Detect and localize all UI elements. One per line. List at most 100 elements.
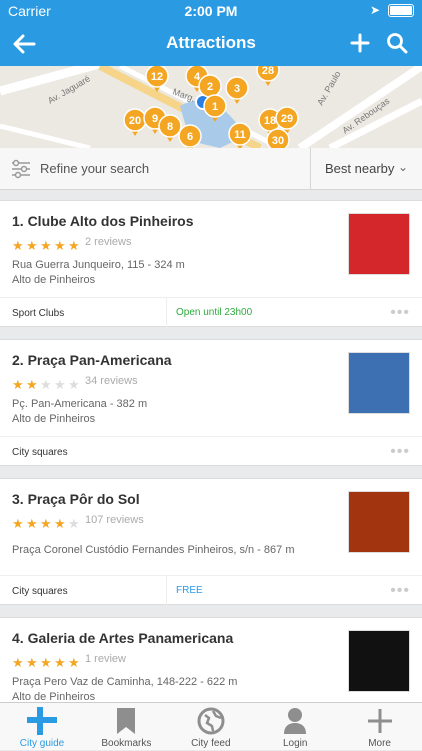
tab-login[interactable]: Login [253, 703, 337, 751]
map-cluster-count: 9 [152, 113, 158, 125]
city-guide-icon [27, 707, 57, 735]
star-icon: ★ [12, 377, 24, 392]
star-icon: ★ [26, 377, 38, 392]
star-icon: ★ [12, 516, 24, 531]
map-cluster-count: 8 [167, 121, 173, 133]
rating-stars: ★ ★ ★ ★ ★ [12, 515, 82, 531]
star-icon: ★ [26, 238, 38, 253]
rating-stars: ★ ★ ★ ★ ★ [12, 237, 82, 253]
star-icon: ★ [54, 377, 66, 392]
battery-icon [388, 4, 414, 17]
more-options-icon[interactable]: ••• [390, 582, 410, 600]
status-bar: Carrier 2:00 PM ➤ [0, 0, 422, 22]
clock: 2:00 PM [184, 3, 238, 19]
sliders-icon [12, 159, 30, 179]
map-cluster-count: 29 [281, 113, 293, 125]
tab-city-guide[interactable]: City guide [0, 703, 84, 751]
user-icon [284, 708, 307, 734]
star-icon: ★ [40, 655, 52, 670]
place-badge: Open until 23h00 [166, 298, 252, 328]
map-cluster-count: 1 [212, 101, 218, 113]
map-cluster-count: 12 [151, 71, 163, 83]
bookmark-icon [117, 708, 136, 734]
map-cluster-pin[interactable]: 6 [178, 124, 202, 148]
area-line: Alto de Pinheiros [12, 691, 96, 702]
rating-stars: ★ ★ ★ ★ ★ [12, 654, 82, 670]
tab-more[interactable]: More [338, 703, 422, 751]
map-cluster-count: 3 [234, 83, 240, 95]
star-icon: ★ [40, 238, 52, 253]
review-count: 34 reviews [85, 375, 138, 387]
place-category: City squares [12, 447, 68, 458]
star-icon: ★ [68, 377, 80, 392]
tab-city-feed[interactable]: City feed [169, 703, 253, 751]
address-line: Rua Guerra Junqueiro, 115 - 324 m [12, 259, 185, 271]
star-icon: ★ [26, 655, 38, 670]
search-button[interactable] [386, 32, 408, 54]
place-thumbnail[interactable] [348, 213, 410, 275]
map-cluster-count: 28 [262, 66, 274, 77]
filter-bar: Refine your search Best nearby ⌄ [0, 148, 422, 190]
map-cluster-count: 20 [129, 115, 141, 127]
place-category: City squares [12, 586, 68, 597]
star-icon: ★ [68, 238, 80, 253]
place-card[interactable]: 1. Clube Alto dos Pinheiros ★ ★ ★ ★ ★ 2 review… [0, 200, 422, 328]
place-card[interactable]: 2. Praça Pan-Americana ★ ★ ★ ★ ★ 34 reviews Pç.… [0, 339, 422, 466]
star-icon: ★ [26, 516, 38, 531]
place-thumbnail[interactable] [348, 491, 410, 553]
address-line: Praça Pero Vaz de Caminha, 148-222 - 622… [12, 676, 238, 688]
tab-bar: City guide Bookmarks City feed Login More [0, 702, 422, 750]
place-address: Praça Coronel Custódio Fernandes Pinheir… [12, 543, 332, 558]
chevron-down-icon: ⌄ [397, 160, 408, 174]
places-list[interactable]: 1. Clube Alto dos Pinheiros ★ ★ ★ ★ ★ 2 review… [0, 200, 422, 702]
star-icon: ★ [12, 238, 24, 253]
area-line: Alto de Pinheiros [12, 413, 96, 425]
address-line: Praça Coronel Custódio Fernandes Pinheir… [12, 544, 295, 556]
star-icon: ★ [40, 516, 52, 531]
address-line: Pç. Pan-Americana - 382 m [12, 398, 148, 410]
place-thumbnail[interactable] [348, 352, 410, 414]
star-icon: ★ [54, 238, 66, 253]
more-options-icon[interactable]: ••• [390, 443, 410, 461]
star-icon: ★ [40, 377, 52, 392]
place-address: Pç. Pan-Americana - 382 m Alto de Pinheir… [12, 397, 332, 427]
review-count: 1 review [85, 653, 126, 665]
map-cluster-count: 6 [187, 131, 193, 143]
refine-button[interactable]: Refine your search [0, 148, 310, 190]
map-view[interactable]: Av. Jaguaré Av. Paulo Av. Rebouças Marg.… [0, 66, 422, 148]
star-icon: ★ [12, 655, 24, 670]
place-name: 1. Clube Alto dos Pinheiros [12, 213, 194, 229]
add-button[interactable] [350, 28, 370, 58]
star-icon: ★ [54, 516, 66, 531]
star-icon: ★ [54, 655, 66, 670]
card-footer: Sport Clubs Open until 23h00 ••• [0, 297, 422, 328]
more-options-icon[interactable]: ••• [390, 304, 410, 322]
place-address: Rua Guerra Junqueiro, 115 - 324 m Alto de… [12, 258, 332, 288]
map-canvas: Av. Jaguaré Av. Paulo Av. Rebouças Marg.… [0, 66, 422, 148]
place-category: Sport Clubs [12, 308, 65, 319]
review-count: 107 reviews [85, 514, 144, 526]
star-icon: ★ [68, 516, 80, 531]
place-card[interactable]: 3. Praça Pôr do Sol ★ ★ ★ ★ ★ 107 reviews Praça… [0, 478, 422, 606]
card-footer: City squares ••• [0, 436, 422, 466]
tab-bookmarks[interactable]: Bookmarks [84, 703, 168, 751]
tab-label: Bookmarks [101, 738, 152, 749]
tab-label: More [368, 738, 391, 749]
navigation-bar: Attractions [0, 22, 422, 66]
place-thumbnail[interactable] [348, 630, 410, 692]
tab-label: City guide [19, 738, 65, 749]
city-feed-icon [197, 707, 225, 735]
search-icon [387, 33, 408, 54]
map-cluster-count: 11 [234, 129, 246, 141]
refine-label: Refine your search [40, 161, 150, 176]
card-footer: City squares FREE ••• [0, 575, 422, 606]
place-address: Praça Pero Vaz de Caminha, 148-222 - 622… [12, 675, 332, 702]
map-cluster-count: 30 [272, 135, 284, 147]
place-badge: FREE [166, 576, 203, 606]
place-card[interactable]: 4. Galeria de Artes Panamericana ★ ★ ★ ★ ★ 1 r… [0, 617, 422, 702]
plus-icon [350, 33, 370, 53]
place-name: 3. Praça Pôr do Sol [12, 491, 140, 507]
sort-dropdown[interactable]: Best nearby ⌄ [310, 148, 422, 190]
review-count: 2 reviews [85, 236, 132, 248]
map-cluster-pin[interactable]: 30 [266, 128, 290, 148]
